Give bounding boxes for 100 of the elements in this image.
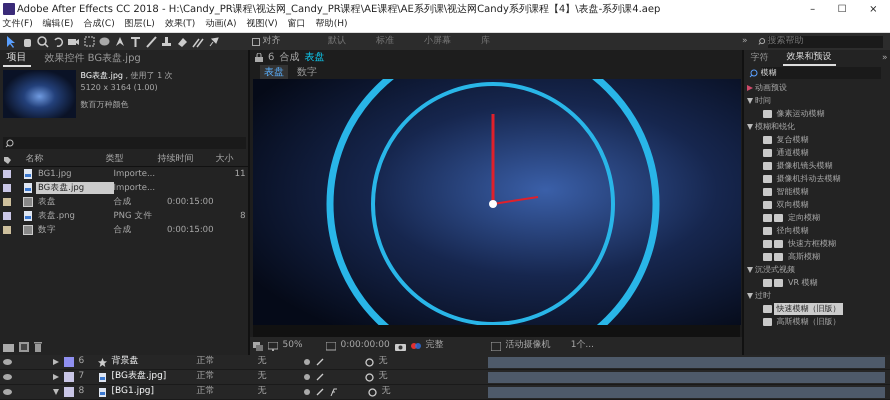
zoom-dropdown[interactable]: 50%	[282, 339, 320, 353]
folder-icon[interactable]	[2, 342, 14, 352]
new-composition-icon[interactable]	[18, 342, 28, 352]
menu-item[interactable]: 图层(L)	[124, 18, 155, 32]
effect-toggle-icon[interactable]	[328, 388, 336, 396]
label-swatch[interactable]	[2, 226, 10, 234]
menu-item[interactable]: 动画(A)	[205, 18, 236, 32]
disclosure-triangle-icon[interactable]	[746, 267, 752, 273]
menu-item[interactable]: 效果(T)	[164, 18, 196, 32]
minimize-button[interactable]: –	[800, 2, 826, 16]
parent-dropdown[interactable]: 无	[378, 355, 388, 369]
effect-label[interactable]: 双向模糊	[774, 199, 811, 211]
viewer-tab[interactable]: 数字	[293, 65, 321, 79]
column-header[interactable]: 持续时间	[158, 153, 216, 167]
rotate-tool-icon[interactable]	[52, 35, 64, 48]
effect-label[interactable]: 摄像机镜头模糊	[774, 160, 835, 172]
snapshot-icon[interactable]	[394, 342, 406, 350]
effect-label[interactable]: 像素运动模糊	[774, 108, 827, 120]
parent-dropdown[interactable]: 无	[382, 385, 390, 399]
blend-mode-dropdown[interactable]: 正常	[196, 355, 252, 369]
track-matte-dropdown[interactable]: 无	[258, 370, 298, 384]
eraser-tool-icon[interactable]	[176, 35, 188, 48]
disclosure-triangle-icon[interactable]	[52, 374, 58, 380]
folder-label[interactable]: 时间	[755, 95, 771, 107]
folder-label[interactable]: 沉浸式视频	[755, 264, 795, 276]
label-swatch[interactable]	[2, 170, 10, 178]
item-name[interactable]: 表盘	[36, 196, 114, 208]
layer-label-swatch[interactable]	[64, 387, 74, 397]
layer-name[interactable]: 背景盘	[112, 355, 192, 369]
region-icon[interactable]	[252, 342, 262, 350]
blend-mode-dropdown[interactable]: 正常	[196, 385, 252, 399]
views-dropdown[interactable]: 1个...	[570, 339, 594, 353]
more-panels-button[interactable]: »	[882, 52, 888, 66]
close-button[interactable]: ×	[859, 2, 888, 16]
trash-icon[interactable]	[34, 342, 42, 352]
label-swatch[interactable]	[2, 212, 10, 220]
column-header[interactable]: 大小	[216, 153, 236, 167]
effect-label[interactable]: 复合模糊	[774, 134, 811, 146]
menu-item[interactable]: 帮助(H)	[316, 18, 348, 32]
effect-label[interactable]: 高斯模糊（旧版）	[774, 316, 843, 328]
folder-label[interactable]: 动画预设	[755, 82, 787, 94]
maximize-button[interactable]: ☐	[828, 2, 857, 16]
resolution-dropdown[interactable]: 完整	[426, 339, 486, 353]
effect-label[interactable]: 通道模糊	[774, 147, 811, 159]
effect-label[interactable]: 智能模糊	[774, 186, 811, 198]
effects-search-field[interactable]: 模糊	[760, 67, 880, 79]
panel-tab[interactable]: 效果控件 BG表盘.jpg	[40, 51, 145, 66]
layer-name[interactable]: [BG1.jpg]	[112, 385, 192, 399]
viewer-tab[interactable]: 表盘	[260, 65, 288, 79]
color-picker-icon[interactable]	[410, 341, 421, 351]
folder-label[interactable]: 过时	[755, 290, 771, 302]
composition-name[interactable]: 表盘	[304, 50, 324, 65]
disclosure-triangle-icon[interactable]	[746, 293, 752, 299]
effect-label[interactable]: VR 模糊	[786, 277, 820, 289]
layer-name[interactable]: [BG表盘.jpg]	[112, 370, 192, 384]
disclosure-triangle-icon[interactable]	[746, 85, 752, 91]
column-header[interactable]: 名称	[26, 153, 106, 167]
disclosure-triangle-icon[interactable]	[746, 98, 752, 104]
column-header[interactable]: 类型	[106, 153, 158, 167]
camera-dropdown[interactable]: 活动摄像机	[506, 339, 566, 353]
effect-label[interactable]: 摄像机抖动去模糊	[774, 173, 843, 185]
effect-label[interactable]: 径向模糊	[774, 225, 811, 237]
layer-label-swatch[interactable]	[64, 357, 74, 367]
label-swatch[interactable]	[2, 198, 10, 206]
layer-label-swatch[interactable]	[64, 372, 74, 382]
disclosure-triangle-icon[interactable]	[52, 389, 58, 395]
track-matte-dropdown[interactable]: 无	[258, 355, 298, 369]
menu-item[interactable]: 窗口	[288, 18, 306, 32]
type-tool-icon[interactable]	[129, 35, 142, 48]
brush-tool-icon[interactable]	[144, 35, 158, 48]
effect-label[interactable]: 快速方框模糊	[786, 238, 838, 250]
zoom-tool-icon[interactable]	[36, 35, 49, 48]
more-workspaces-button[interactable]: »	[742, 34, 748, 48]
blend-mode-dropdown[interactable]: 正常	[196, 370, 252, 384]
ellipse-tool-icon[interactable]	[98, 35, 111, 48]
effect-label[interactable]: 高斯模糊	[786, 251, 822, 263]
effect-label[interactable]: 定向模糊	[786, 212, 822, 224]
stamp-tool-icon[interactable]	[160, 35, 173, 48]
panel-tab[interactable]: 字符	[746, 52, 772, 66]
folder-label[interactable]: 模糊和锐化	[755, 121, 795, 133]
effect-label[interactable]: 快速模糊（旧版）	[774, 303, 843, 315]
monitor-icon[interactable]	[268, 342, 278, 350]
search-help-field[interactable]: 搜索帮助	[768, 36, 882, 48]
item-name[interactable]: BG表盘.jpg	[36, 182, 114, 194]
menu-item[interactable]: 编辑(E)	[42, 18, 74, 32]
item-name[interactable]: 表盘.png	[36, 210, 114, 222]
menu-item[interactable]: 视图(V)	[246, 18, 278, 32]
current-time[interactable]: 0:00:00:00	[340, 339, 390, 353]
panel-tab[interactable]: 项目	[2, 50, 30, 67]
track-matte-dropdown[interactable]: 无	[258, 385, 298, 399]
parent-dropdown[interactable]: 无	[378, 370, 388, 384]
menu-item[interactable]: 合成(C)	[83, 18, 115, 32]
item-name[interactable]: BG1.jpg	[36, 168, 114, 180]
disclosure-triangle-icon[interactable]	[52, 359, 58, 365]
item-name[interactable]: 数字	[36, 224, 114, 236]
snap-checkbox[interactable]	[252, 38, 260, 46]
disclosure-triangle-icon[interactable]	[746, 124, 752, 130]
project-search-field[interactable]	[2, 137, 246, 149]
menu-item[interactable]: 文件(F)	[2, 18, 33, 32]
label-swatch[interactable]	[2, 184, 10, 192]
